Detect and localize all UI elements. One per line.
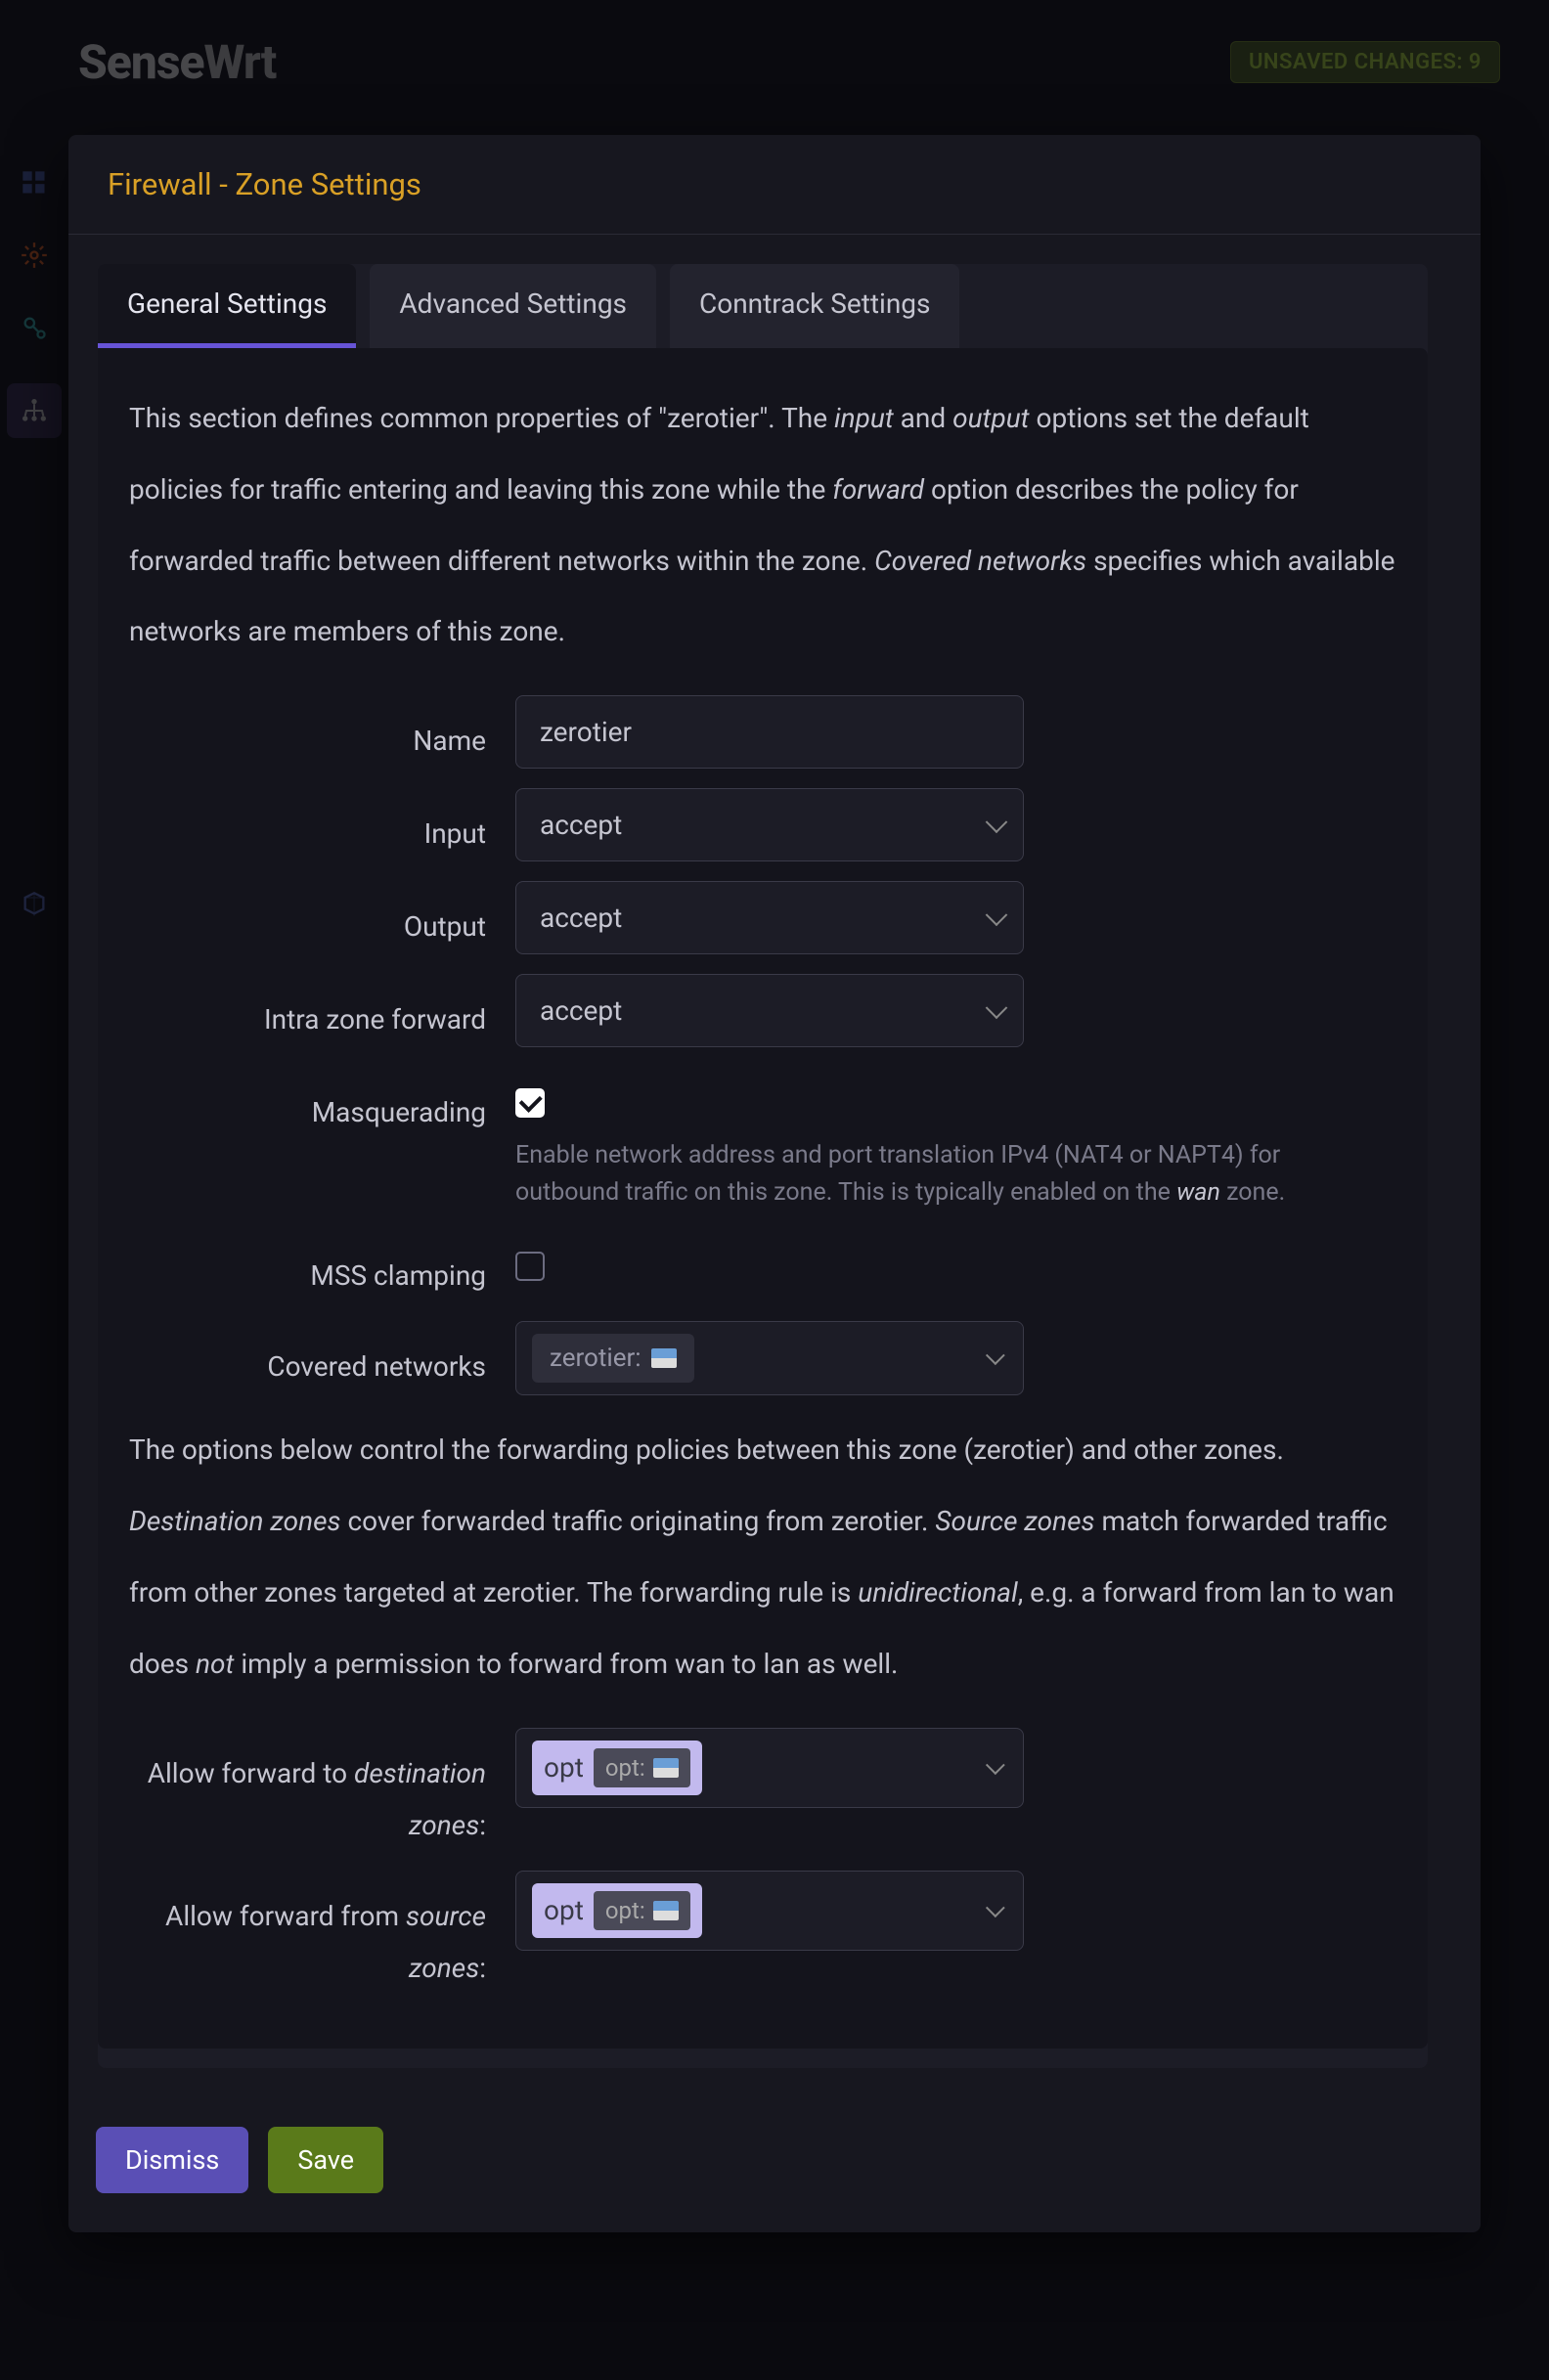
fwd-src-dropdown[interactable]: opt opt:	[515, 1871, 1024, 1951]
chevron-down-icon	[986, 1346, 1005, 1366]
chevron-down-icon	[986, 1898, 1005, 1917]
cube-icon	[18, 888, 51, 921]
mss-checkbox[interactable]	[515, 1252, 545, 1281]
logo: SenseWrt	[78, 34, 276, 90]
modal-footer: Dismiss Save	[68, 2107, 1481, 2232]
label-mss: MSS clamping	[129, 1230, 515, 1301]
tab-general[interactable]: General Settings	[98, 264, 356, 348]
masq-checkbox[interactable]	[515, 1088, 545, 1118]
interface-icon	[651, 1348, 677, 1368]
field-output: Output accept	[129, 881, 1396, 954]
processes-icon	[18, 311, 51, 344]
fwd-dest-dropdown[interactable]: opt opt:	[515, 1728, 1024, 1808]
modal-header: Firewall - Zone Settings	[68, 135, 1481, 235]
bg-sidebar	[0, 137, 68, 921]
inner-panel: General Settings Advanced Settings Connt…	[98, 264, 1428, 2068]
tab-advanced[interactable]: Advanced Settings	[370, 264, 656, 348]
save-button[interactable]: Save	[268, 2127, 383, 2193]
name-input[interactable]	[515, 695, 1024, 769]
label-fwd-dest: Allow forward to destination zones:	[129, 1728, 515, 1851]
dismiss-button[interactable]: Dismiss	[96, 2127, 248, 2193]
logo-rest: Wrt	[204, 34, 277, 90]
field-name: Name	[129, 695, 1396, 769]
field-fwd-dest: Allow forward to destination zones: opt …	[129, 1728, 1396, 1851]
label-intra: Intra zone forward	[129, 974, 515, 1045]
tab-content: This section defines common properties o…	[98, 348, 1428, 2049]
output-select[interactable]: accept	[515, 881, 1024, 954]
fwd-src-chip: opt:	[594, 1891, 690, 1930]
network-icon	[7, 383, 62, 438]
dashboard-icon	[18, 166, 51, 199]
label-input: Input	[129, 788, 515, 859]
fwd-src-badge: opt opt:	[532, 1883, 702, 1938]
masq-hint: Enable network address and port translat…	[515, 1137, 1347, 1211]
modal-title: Firewall - Zone Settings	[108, 166, 1441, 202]
field-input: Input accept	[129, 788, 1396, 861]
tab-conntrack[interactable]: Conntrack Settings	[670, 264, 959, 348]
fwd-dest-badge: opt opt:	[532, 1741, 702, 1795]
gear-icon	[18, 239, 51, 272]
covered-networks-dropdown[interactable]: zerotier:	[515, 1321, 1024, 1395]
label-output: Output	[129, 881, 515, 952]
interface-icon	[653, 1758, 679, 1778]
field-intra: Intra zone forward accept	[129, 974, 1396, 1047]
label-covered: Covered networks	[129, 1321, 515, 1392]
label-name: Name	[129, 695, 515, 767]
chevron-down-icon	[986, 1755, 1005, 1775]
field-fwd-src: Allow forward from source zones: opt opt…	[129, 1871, 1396, 1994]
description-1: This section defines common properties o…	[129, 383, 1396, 668]
fwd-dest-chip: opt:	[594, 1748, 690, 1787]
intra-select[interactable]: accept	[515, 974, 1024, 1047]
label-fwd-src: Allow forward from source zones:	[129, 1871, 515, 1994]
field-masq: Masquerading Enable network address and …	[129, 1067, 1396, 1211]
unsaved-changes-badge[interactable]: UNSAVED CHANGES: 9	[1230, 41, 1500, 83]
field-covered: Covered networks zerotier:	[129, 1321, 1396, 1395]
zone-settings-modal: Firewall - Zone Settings General Setting…	[68, 135, 1481, 2232]
modal-body: General Settings Advanced Settings Connt…	[68, 235, 1481, 2107]
tabs: General Settings Advanced Settings Connt…	[98, 264, 1428, 348]
description-2: The options below control the forwarding…	[129, 1415, 1396, 1699]
bg-header: SenseWrt UNSAVED CHANGES: 9	[0, 0, 1549, 124]
label-masq: Masquerading	[129, 1067, 515, 1138]
covered-chip: zerotier:	[532, 1334, 694, 1383]
interface-icon	[653, 1901, 679, 1920]
input-select[interactable]: accept	[515, 788, 1024, 861]
field-mss: MSS clamping	[129, 1230, 1396, 1301]
logo-bold: Sense	[78, 34, 204, 90]
